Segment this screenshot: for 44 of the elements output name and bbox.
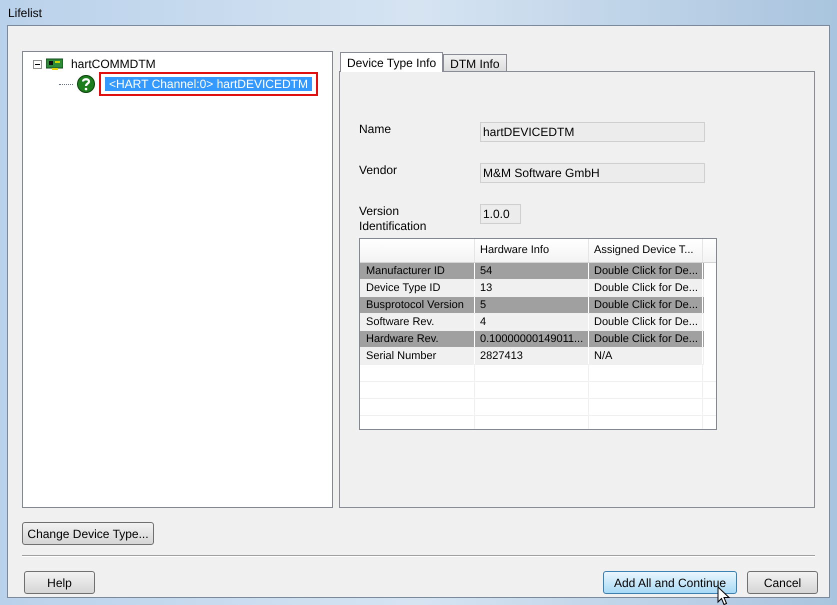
table-cell-text: Software Rev. — [366, 314, 434, 330]
table-cell-text: Hardware Rev. — [366, 332, 439, 347]
table-cell-text: Manufacturer ID — [366, 264, 445, 279]
table-cell-text: 2827413 — [480, 348, 523, 364]
table-row[interactable]: Manufacturer ID 54 Double Click for De... — [360, 263, 704, 280]
field-label: Version Identification — [359, 204, 428, 234]
table-cell-text: 54 — [480, 264, 492, 279]
tab[interactable]: DTM Info — [443, 54, 507, 71]
table-cell-text: 4 — [480, 314, 486, 330]
table-cell-text: Double Click for De... — [594, 332, 698, 347]
table-cell-text: Serial Number — [366, 348, 436, 364]
dialog-button[interactable]: Add All and Continue — [603, 571, 737, 594]
table-cell-text: 5 — [480, 298, 486, 313]
field-label: Name — [359, 122, 392, 137]
collapse-icon[interactable] — [33, 60, 42, 68]
table-cell-text: Double Click for De... — [594, 314, 698, 330]
window-title: Lifelist — [8, 4, 42, 22]
table-row[interactable]: Hardware Rev. 0.10000000149011... Double Click for De... — [360, 331, 704, 348]
table-row[interactable]: Serial Number 2827413 N/A — [360, 348, 704, 365]
table-cell-text: Double Click for De... — [594, 298, 698, 313]
tab[interactable]: Device Type Info — [340, 52, 444, 72]
table-row[interactable]: Busprotocol Version 5 Double Click for De... — [360, 297, 704, 314]
network-card-icon — [46, 58, 63, 70]
column-header[interactable]: Assigned Device T... — [589, 239, 703, 262]
table-cell-text: Double Click for De... — [594, 280, 698, 296]
table-cell-text: N/A — [594, 348, 612, 364]
tree-item[interactable]: hartCOMMDTM — [67, 57, 160, 71]
dialog-button[interactable]: Help — [24, 571, 95, 594]
table-cell-text: 0.10000000149011... — [480, 332, 584, 347]
dialog-button[interactable]: Cancel — [747, 571, 818, 594]
column-header[interactable]: Hardware Info — [475, 239, 589, 262]
table-cell-text: 13 — [480, 280, 492, 296]
table-cell-text: Busprotocol Version — [366, 298, 464, 313]
table-row[interactable]: Software Rev. 4 Double Click for De... — [360, 314, 704, 331]
text-field[interactable]: hartDEVICEDTM — [480, 122, 705, 142]
question-icon — [77, 75, 95, 93]
table-row[interactable]: Device Type ID 13 Double Click for De... — [360, 280, 704, 297]
field-label: Vendor — [359, 163, 398, 178]
text-field[interactable]: M&M Software GmbH — [480, 163, 705, 183]
table-cell-text: Double Click for De... — [594, 264, 698, 279]
cursor-icon — [717, 586, 731, 605]
change-device-type-button[interactable]: Change Device Type... — [22, 522, 154, 545]
table-cell-text: Device Type ID — [366, 280, 440, 296]
text-field[interactable]: 1.0.0 — [480, 204, 521, 224]
